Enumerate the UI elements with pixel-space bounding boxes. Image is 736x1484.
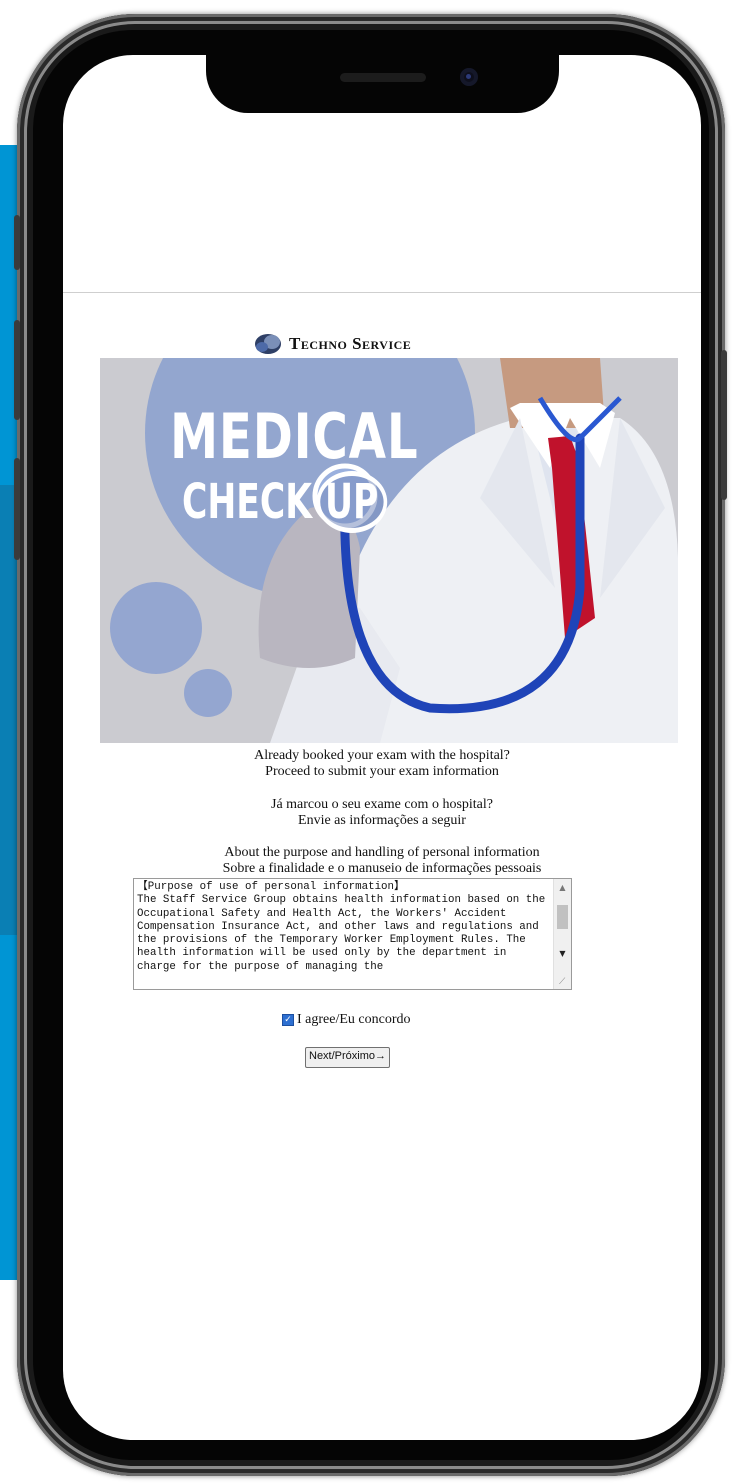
intro-portuguese-line1: Já marcou o seu exame com o hospital? — [271, 797, 493, 812]
brand-logo: Techno Service — [253, 332, 411, 356]
consent-scrollbar[interactable]: ▲ ▼ — [553, 879, 571, 989]
purpose-heading-english: About the purpose and handling of person… — [224, 845, 540, 860]
next-button[interactable]: Next/Próximo→ — [305, 1047, 391, 1068]
volume-up-button — [14, 320, 20, 420]
front-camera-icon — [460, 68, 478, 86]
hero-subtitle-up: UP — [316, 471, 388, 533]
mute-switch — [14, 215, 20, 270]
intro-english-line2: Proceed to submit your exam information — [265, 764, 499, 779]
consent-textarea[interactable]: 【Purpose of use of personal information】… — [133, 878, 572, 990]
hero-subtitle: CHECK UP — [182, 471, 388, 533]
brand-name: Techno Service — [289, 334, 412, 353]
speaker-grille — [340, 73, 426, 82]
agree-checkbox[interactable]: ✓ — [282, 1014, 294, 1026]
notch — [206, 55, 559, 113]
intro-english: Already booked your exam with the hospit… — [63, 748, 701, 780]
purpose-heading-portuguese: Sobre a finalidade e o manuseio de infor… — [222, 861, 542, 876]
brand-logo-icon — [255, 334, 281, 354]
intro-portuguese: Já marcou o seu exame com o hospital? En… — [63, 797, 701, 829]
purpose-heading: About the purpose and handling of person… — [63, 845, 701, 877]
resize-grip-icon[interactable]: ⟋ — [559, 977, 569, 987]
scroll-up-arrow-icon[interactable]: ▲ — [554, 879, 571, 896]
volume-down-button — [14, 458, 20, 560]
intro-portuguese-line2: Envie as informações a seguir — [298, 813, 466, 828]
hero-subtitle-check: CHECK — [182, 474, 313, 530]
scroll-thumb[interactable] — [557, 905, 568, 929]
agree-label[interactable]: I agree/Eu concordo — [297, 1012, 411, 1028]
hero-title: MEDICAL — [170, 400, 419, 473]
scroll-down-arrow-icon[interactable]: ▼ — [554, 945, 571, 962]
phone-screen: Techno Service MEDICAL CHECK UP Already … — [63, 55, 701, 1440]
header-divider — [63, 292, 701, 293]
power-button — [721, 350, 727, 500]
agree-checkbox-row[interactable]: ✓ I agree/Eu concordo — [282, 1012, 411, 1028]
intro-english-line1: Already booked your exam with the hospit… — [254, 748, 510, 763]
consent-text: 【Purpose of use of personal information】… — [137, 881, 546, 973]
hero-banner: MEDICAL CHECK UP — [100, 358, 678, 743]
